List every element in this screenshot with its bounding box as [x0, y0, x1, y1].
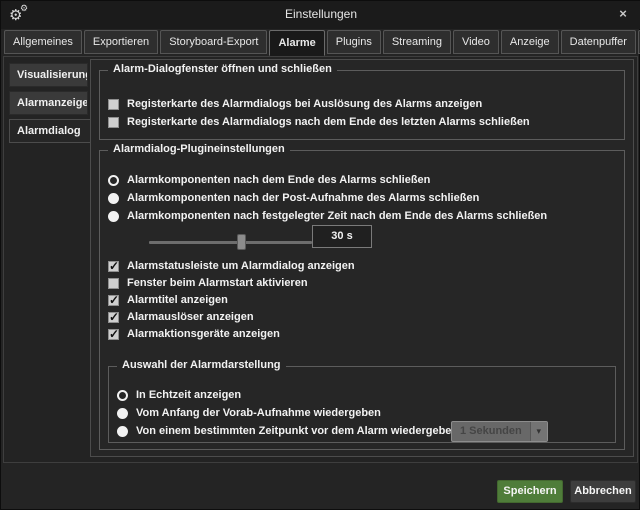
check-icon: ✓: [109, 259, 119, 273]
tab-storyboard-export[interactable]: Storyboard-Export: [160, 30, 267, 54]
checkbox-icon[interactable]: ✓: [108, 312, 119, 323]
title-bar: ⚙ ⚙ Einstellungen ×: [1, 1, 640, 29]
radio-row-bestimmter-zeitpunkt[interactable]: Von einem bestimmten Zeitpunkt vor dem A…: [117, 424, 458, 438]
group-plugineinstellungen: Alarmdialog-Plugineinstellungen Alarmkom…: [99, 150, 625, 450]
radio-label: Alarmkomponenten nach der Post-Aufnahme …: [127, 192, 479, 204]
chevron-down-icon[interactable]: ▾: [530, 422, 547, 441]
group-title: Auswahl der Alarmdarstellung: [117, 359, 286, 371]
tab-alarme[interactable]: Alarme: [269, 30, 324, 56]
checkbox-label: Alarmauslöser anzeigen: [127, 311, 254, 323]
radio-row-post-aufnahme[interactable]: Alarmkomponenten nach der Post-Aufnahme …: [108, 191, 479, 205]
tab-datenpuffer[interactable]: Datenpuffer: [561, 30, 636, 54]
radio-icon[interactable]: [117, 426, 128, 437]
radio-row-vorab-aufnahme[interactable]: Vom Anfang der Vorab-Aufnahme wiedergebe…: [117, 406, 381, 420]
radio-icon[interactable]: [117, 408, 128, 419]
tab-anzeige[interactable]: Anzeige: [501, 30, 559, 54]
cancel-button[interactable]: Abbrechen: [570, 480, 636, 503]
radio-icon[interactable]: [117, 390, 128, 401]
checkbox-label: Alarmtitel anzeigen: [127, 294, 228, 306]
alarmdialog-panel: Alarm-Dialogfenster öffnen und schließen…: [90, 59, 634, 457]
radio-icon[interactable]: [108, 211, 119, 222]
slider-handle[interactable]: [237, 234, 246, 250]
checkbox-label: Registerkarte des Alarmdialogs nach dem …: [127, 116, 530, 128]
dialog-title: Einstellungen: [1, 7, 640, 21]
check-icon: ✓: [109, 293, 119, 307]
radio-label: Alarmkomponenten nach festgelegter Zeit …: [127, 210, 547, 222]
check-icon: ✓: [109, 310, 119, 324]
time-slider[interactable]: [149, 234, 312, 250]
sidebar-item-visualisierung[interactable]: Visualisierung: [9, 63, 88, 87]
checkbox-row-alarmtitel[interactable]: ✓ Alarmtitel anzeigen: [108, 293, 228, 307]
tab-streaming[interactable]: Streaming: [383, 30, 451, 54]
radio-row-echtzeit[interactable]: In Echtzeit anzeigen: [117, 388, 241, 402]
seconds-dropdown[interactable]: 1 Sekunden ▾: [451, 421, 548, 442]
checkbox-label: Registerkarte des Alarmdialogs bei Auslö…: [127, 98, 482, 110]
sidebar-item-alarmdialog[interactable]: Alarmdialog: [9, 119, 91, 143]
radio-label: Alarmkomponenten nach dem Ende des Alarm…: [127, 174, 430, 186]
group-title: Alarm-Dialogfenster öffnen und schließen: [108, 63, 337, 75]
check-icon: ✓: [109, 327, 119, 341]
checkbox-row-registerkarte-anzeigen[interactable]: Registerkarte des Alarmdialogs bei Auslö…: [108, 97, 482, 111]
tab-video[interactable]: Video: [453, 30, 499, 54]
checkbox-icon[interactable]: ✓: [108, 261, 119, 272]
group-dialogfenster: Alarm-Dialogfenster öffnen und schließen…: [99, 70, 625, 140]
group-title: Alarmdialog-Plugineinstellungen: [108, 143, 290, 155]
checkbox-row-fenster-aktivieren[interactable]: Fenster beim Alarmstart aktivieren: [108, 276, 308, 290]
checkbox-row-registerkarte-schliessen[interactable]: Registerkarte des Alarmdialogs nach dem …: [108, 115, 530, 129]
tab-exportieren[interactable]: Exportieren: [84, 30, 158, 54]
checkbox-icon[interactable]: ✓: [108, 329, 119, 340]
checkbox-icon[interactable]: ✓: [108, 295, 119, 306]
checkbox-icon[interactable]: [108, 278, 119, 289]
sidebar-item-alarmanzeige[interactable]: Alarmanzeige: [9, 91, 88, 115]
checkbox-row-alarmstatusleiste[interactable]: ✓ Alarmstatusleiste um Alarmdialog anzei…: [108, 259, 355, 273]
checkbox-row-alarmaktionsgeraete[interactable]: ✓ Alarmaktionsgeräte anzeigen: [108, 327, 280, 341]
slider-track[interactable]: [149, 241, 312, 244]
radio-label: Vom Anfang der Vorab-Aufnahme wiedergebe…: [136, 407, 381, 419]
tab-allgemeines[interactable]: Allgemeines: [4, 30, 82, 54]
radio-icon[interactable]: [108, 193, 119, 204]
close-icon[interactable]: ×: [615, 6, 631, 21]
sidebar-item-label: Visualisierung: [17, 69, 88, 81]
tab-plugins[interactable]: Plugins: [327, 30, 381, 54]
checkbox-icon[interactable]: [108, 99, 119, 110]
radio-row-ende-alarm[interactable]: Alarmkomponenten nach dem Ende des Alarm…: [108, 173, 430, 187]
checkbox-row-alarmausloeser[interactable]: ✓ Alarmauslöser anzeigen: [108, 310, 254, 324]
checkbox-icon[interactable]: [108, 117, 119, 128]
sidebar-item-label: Alarmanzeige: [17, 97, 88, 109]
alarme-tab-page: Visualisierung Alarmanzeige Alarmdialog …: [3, 56, 638, 463]
group-alarmdarstellung: Auswahl der Alarmdarstellung In Echtzeit…: [108, 366, 616, 443]
checkbox-label: Alarmstatusleiste um Alarmdialog anzeige…: [127, 260, 355, 272]
slider-value-field[interactable]: 30 s: [312, 225, 372, 248]
radio-label: In Echtzeit anzeigen: [136, 389, 241, 401]
checkbox-label: Fenster beim Alarmstart aktivieren: [127, 277, 308, 289]
tab-bar: Allgemeines Exportieren Storyboard-Expor…: [4, 30, 640, 56]
sidebar-item-label: Alarmdialog: [17, 125, 81, 137]
save-button[interactable]: Speichern: [497, 480, 563, 503]
radio-icon[interactable]: [108, 175, 119, 186]
radio-label: Von einem bestimmten Zeitpunkt vor dem A…: [136, 425, 458, 437]
dropdown-value: 1 Sekunden: [452, 422, 530, 441]
radio-row-festgelegte-zeit[interactable]: Alarmkomponenten nach festgelegter Zeit …: [108, 209, 547, 223]
checkbox-label: Alarmaktionsgeräte anzeigen: [127, 328, 280, 340]
